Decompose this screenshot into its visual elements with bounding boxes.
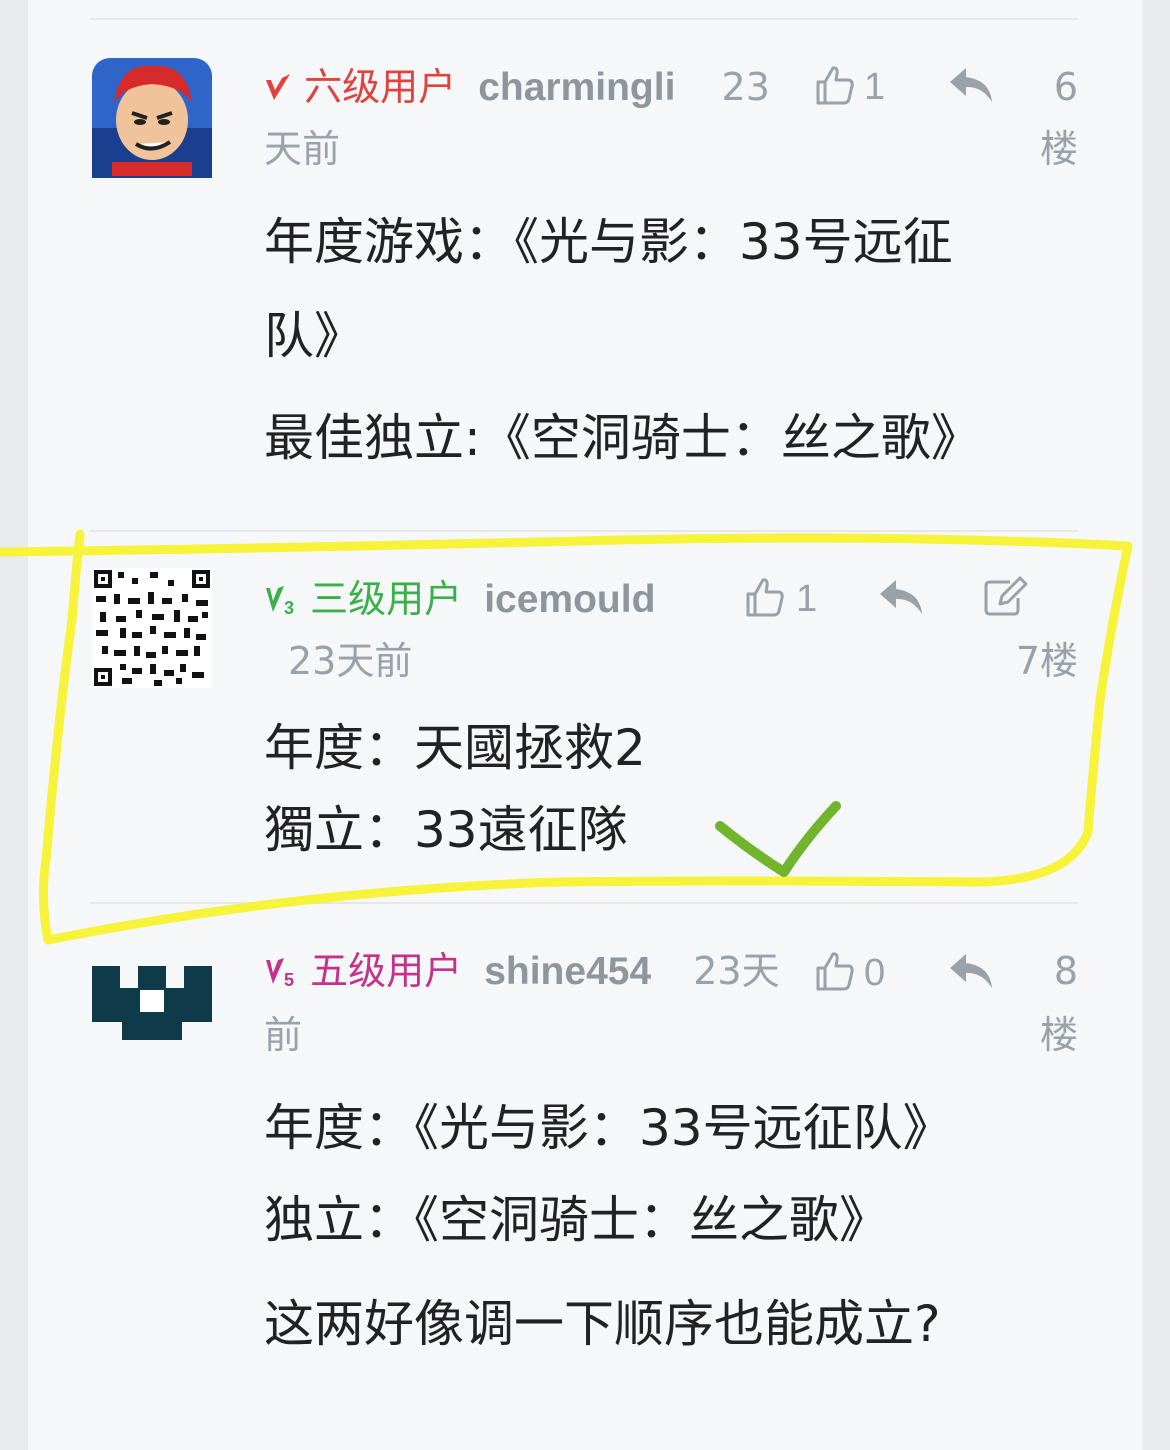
divider bbox=[90, 18, 1078, 20]
comment-line: 队》 bbox=[264, 307, 364, 365]
pixel-crown-icon bbox=[92, 966, 212, 1040]
user-level: 六级用户 bbox=[304, 65, 457, 109]
comment-meta: 3 三级用户 icemould bbox=[264, 576, 655, 623]
edit-icon[interactable] bbox=[984, 576, 1028, 616]
comment-line: 年度：天國拯救2 bbox=[264, 719, 646, 777]
reply-icon[interactable] bbox=[878, 578, 924, 618]
timestamp-continued: 天前 bbox=[264, 127, 341, 171]
like-count: 1 bbox=[796, 578, 818, 620]
username[interactable]: icemould bbox=[484, 578, 655, 621]
comment-line: 最佳独立:《空洞骑士：丝之歌》 bbox=[264, 409, 981, 467]
level-v3-icon: 3 bbox=[266, 586, 294, 618]
comment-line: 獨立：33遠征隊 bbox=[264, 801, 628, 859]
floor-number-continued: 楼 bbox=[1039, 1013, 1078, 1057]
svg-text:5: 5 bbox=[284, 970, 294, 988]
timestamp-continued: 前 bbox=[264, 1013, 303, 1057]
username[interactable]: shine454 bbox=[484, 950, 651, 993]
reply-icon[interactable] bbox=[948, 66, 994, 106]
like-count: 0 bbox=[864, 952, 886, 994]
timestamp: 23天 bbox=[693, 949, 780, 993]
comment-meta: 六级用户 charmingli 23 bbox=[264, 64, 770, 111]
avatar[interactable] bbox=[92, 58, 212, 178]
avatar[interactable] bbox=[92, 948, 212, 1068]
svg-text:3: 3 bbox=[284, 598, 294, 616]
avatar[interactable] bbox=[92, 568, 212, 688]
timestamp: 23天前 bbox=[288, 639, 413, 683]
user-level: 三级用户 bbox=[310, 577, 463, 621]
comment-line: 独立：《空洞骑士：丝之歌》 bbox=[264, 1191, 889, 1249]
thumbs-up-icon[interactable] bbox=[814, 64, 856, 106]
level-v5-icon: 5 bbox=[266, 958, 294, 990]
comment-line: 年度：《光与影：33号远征队》 bbox=[264, 1099, 953, 1157]
reply-icon[interactable] bbox=[948, 952, 994, 992]
floor-number: 7楼 bbox=[1015, 639, 1078, 683]
user-level: 五级用户 bbox=[310, 949, 463, 993]
comment-line: 这两好像调一下顺序也能成立? bbox=[264, 1295, 941, 1353]
username[interactable]: charmingli bbox=[478, 66, 675, 109]
like-count: 1 bbox=[864, 66, 886, 108]
divider bbox=[90, 902, 1078, 904]
qr-code-icon bbox=[92, 568, 212, 688]
floor-number-continued: 楼 bbox=[1039, 127, 1078, 171]
floor-number: 6 bbox=[1053, 65, 1078, 109]
slam-dunk-character-icon bbox=[92, 58, 212, 178]
floor-number: 8 bbox=[1053, 949, 1078, 993]
divider bbox=[90, 530, 1078, 532]
thumbs-up-icon[interactable] bbox=[814, 950, 856, 992]
comment-line: 年度游戏：《光与影：33号远征 bbox=[264, 213, 953, 271]
timestamp: 23 bbox=[721, 65, 770, 109]
comment-meta: 5 五级用户 shine454 23天 bbox=[264, 948, 780, 995]
level-v-icon bbox=[266, 74, 290, 100]
thumbs-up-icon[interactable] bbox=[744, 576, 786, 618]
